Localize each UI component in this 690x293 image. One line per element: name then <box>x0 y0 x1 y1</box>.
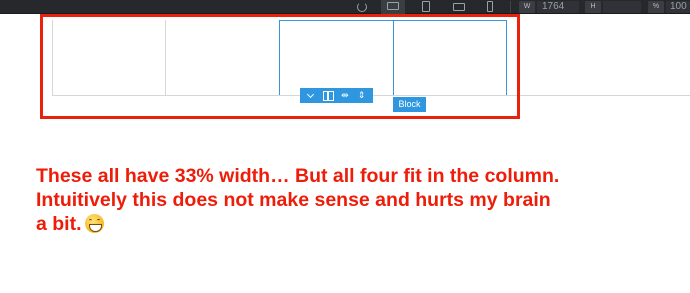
column-2-border <box>165 20 166 96</box>
block-4-selected[interactable] <box>393 20 507 96</box>
block-toolbar: ⇹ ⇕ <box>300 88 373 103</box>
tablet-landscape-icon <box>453 3 465 11</box>
chevron-down-icon[interactable] <box>304 89 318 102</box>
zoom-value: 100 <box>670 1 687 12</box>
annotation-caption: These all have 33% width… But all four f… <box>36 164 676 236</box>
desktop-preview-button[interactable] <box>381 0 405 14</box>
width-value: 1764 <box>542 1 565 12</box>
caption-line-3: a bit. <box>36 213 82 235</box>
caption-line-2: Intuitively this does not make sense and… <box>36 189 551 211</box>
tablet-icon <box>422 1 430 12</box>
block-label-tag[interactable]: Block <box>393 97 426 112</box>
horizontal-resize-icon[interactable]: ⇹ <box>338 89 352 102</box>
tablet-preview-button[interactable] <box>414 0 438 14</box>
tablet-landscape-preview-button[interactable] <box>447 0 471 14</box>
width-label: W <box>519 1 535 13</box>
vertical-resize-icon[interactable]: ⇕ <box>355 89 369 102</box>
caption-line-1: These all have 33% width… But all four f… <box>36 165 560 187</box>
builder-toolbar: W 1764 H % 100 <box>0 0 690 14</box>
desktop-icon <box>387 2 399 10</box>
toolbar-divider <box>510 1 511 13</box>
height-label: H <box>585 1 601 13</box>
zoom-unit-label: % <box>648 1 664 13</box>
column-1-border <box>52 20 53 96</box>
refresh-icon[interactable] <box>355 0 367 14</box>
grinning-emoji <box>84 214 104 233</box>
phone-preview-button[interactable] <box>478 0 502 14</box>
columns-icon[interactable] <box>321 89 335 102</box>
block-3[interactable] <box>279 20 394 96</box>
height-input[interactable] <box>603 1 641 13</box>
phone-icon <box>487 1 493 12</box>
